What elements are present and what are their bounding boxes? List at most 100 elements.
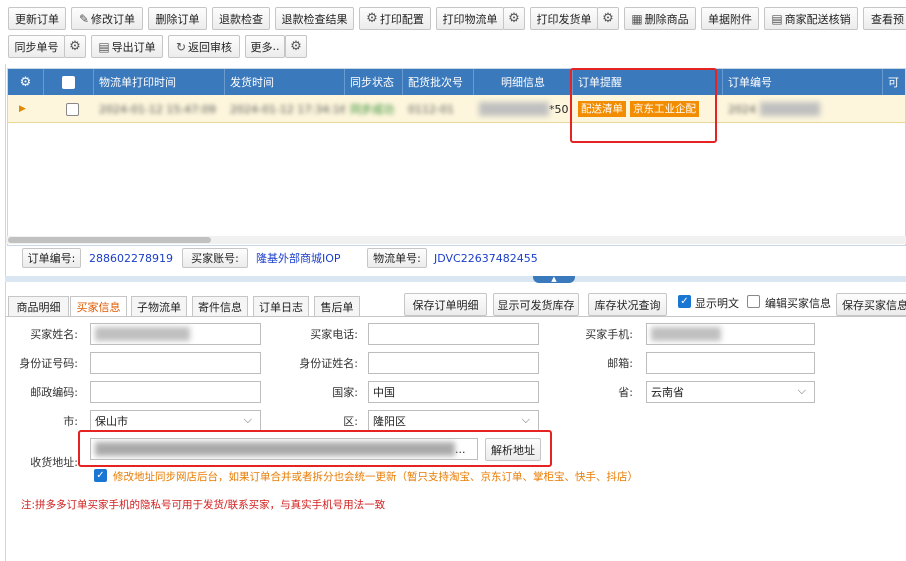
view-preview-button[interactable]: 查看预	[863, 7, 906, 30]
more-settings-button[interactable]: ⚙	[285, 35, 307, 58]
redacted-detail	[479, 102, 549, 116]
return-review-button[interactable]: ↻ 返回审核	[168, 35, 240, 58]
row-pointer-icon: ▶	[19, 104, 26, 114]
tab-sub-logistics[interactable]: 子物流单	[131, 296, 187, 316]
select-all-checkbox[interactable]	[44, 69, 94, 95]
print-config-label: 打印配置	[379, 12, 424, 26]
stock-query-button[interactable]: 库存状况查询	[588, 293, 667, 316]
row-checkbox[interactable]	[66, 102, 79, 116]
order-no-label: 订单编号:	[22, 248, 81, 268]
edit-icon: ✎	[78, 11, 90, 26]
print-config-button[interactable]: ⚙ 打印配置	[359, 7, 431, 30]
document-icon: ▤	[771, 11, 783, 26]
sync-number-button[interactable]: 同步单号	[8, 35, 65, 58]
gear-icon: ⚙	[366, 11, 378, 26]
tab-buyer-info[interactable]: 买家信息	[70, 296, 127, 316]
export-order-button[interactable]: ▤ 导出订单	[91, 35, 163, 58]
header-checkbox[interactable]	[62, 75, 75, 89]
refund-check-button[interactable]: 退款检查	[212, 7, 270, 30]
header-sync-status[interactable]: 同步状态	[345, 69, 403, 95]
update-order-button[interactable]: 更新订单	[8, 7, 66, 30]
save-order-detail-button[interactable]: 保存订单明细	[404, 293, 487, 316]
more-label: 更多	[250, 40, 273, 54]
email-input[interactable]	[646, 352, 815, 374]
buyer-name-label: 买家姓名:	[30, 328, 78, 341]
print-invoice-button[interactable]: 打印发货单	[530, 7, 598, 30]
city-value: 保山市	[95, 415, 128, 428]
buyer-account-value: 隆基外部商城IOP	[256, 252, 341, 265]
gear-icon: ⚙	[508, 11, 520, 26]
district-label: 区:	[343, 415, 358, 428]
header-print-time[interactable]: 物流单打印时间	[94, 69, 225, 95]
print-invoice-label: 打印发货单	[536, 12, 592, 26]
merchant-delivery-button[interactable]: ▤ 商家配送核销	[764, 7, 858, 30]
collapse-toggle-icon[interactable]: ▲	[533, 276, 575, 283]
delete-product-button[interactable]: ▦ 删除商品	[624, 7, 696, 30]
id-no-label: 身份证号码:	[19, 357, 78, 370]
save-buyer-button[interactable]: 保存买家信息	[836, 293, 906, 316]
attachment-label: 单据附件	[708, 12, 752, 26]
district-select[interactable]: 隆阳区	[368, 410, 539, 432]
redacted-mobile	[651, 327, 721, 341]
buyer-phone-label: 买家电话:	[310, 328, 358, 341]
row-detail-suffix: *50	[549, 102, 569, 116]
header-detail[interactable]: 明细信息	[474, 69, 573, 95]
merchant-delivery-label: 商家配送核销	[784, 12, 851, 26]
attachment-button[interactable]: 单据附件	[701, 7, 759, 30]
header-ship-time[interactable]: 发货时间	[225, 69, 345, 95]
refund-check-result-button[interactable]: 退款检查结果	[275, 7, 354, 30]
tab-order-log[interactable]: 订单日志	[253, 296, 309, 316]
refund-check-label: 退款检查	[219, 12, 263, 26]
return-review-label: 返回审核	[188, 40, 233, 54]
refund-check-result-label: 退款检查结果	[281, 12, 348, 26]
export-order-label: 导出订单	[111, 40, 156, 54]
sync-number-label: 同步单号	[14, 40, 59, 54]
zip-label: 邮政编码:	[30, 386, 78, 399]
header-batch-no[interactable]: 配货批次号	[403, 69, 474, 95]
pdd-warning: 注:拼多多订单买家手机的隐私号可用于发货/联系买家，与真实手机号用法一致	[21, 499, 386, 511]
row-sync-status: 同步成功	[350, 103, 394, 116]
update-order-label: 更新订单	[15, 12, 59, 26]
print-logistics-settings-button[interactable]: ⚙	[503, 7, 525, 30]
gear-icon: ⚙	[290, 39, 302, 54]
row-checkbox-cell[interactable]	[61, 95, 91, 123]
print-logistics-button[interactable]: 打印物流单	[436, 7, 504, 30]
delete-order-button[interactable]: 删除订单	[148, 7, 207, 30]
buyer-phone-input[interactable]	[368, 323, 539, 345]
city-select[interactable]: 保山市	[90, 410, 261, 432]
gear-icon: ⚙	[19, 74, 32, 90]
left-border	[5, 64, 6, 561]
panel-splitter[interactable]	[5, 276, 906, 282]
buyer-name-input[interactable]	[90, 323, 261, 345]
tab-after-sale[interactable]: 售后单	[314, 296, 360, 316]
zip-input[interactable]	[90, 381, 261, 403]
sync-address-checkbox[interactable]: ✓	[94, 469, 107, 482]
edit-buyer-checkbox[interactable]	[747, 295, 760, 308]
tab-product-detail[interactable]: 商品明细	[8, 296, 69, 316]
tab-sender-info[interactable]: 寄件信息	[192, 296, 248, 316]
sync-number-settings-button[interactable]: ⚙	[64, 35, 86, 58]
print-invoice-settings-button[interactable]: ⚙	[597, 7, 619, 30]
more-button[interactable]: 更多..	[245, 35, 285, 58]
id-name-input[interactable]	[368, 352, 539, 374]
show-plain-checkbox[interactable]: ✓	[678, 295, 691, 308]
scrollbar-thumb[interactable]	[8, 237, 211, 243]
country-input[interactable]: 中国	[368, 381, 539, 403]
id-no-input[interactable]	[90, 352, 261, 374]
edit-order-label: 修改订单	[91, 12, 136, 26]
edit-order-button[interactable]: ✎ 修改订单	[71, 7, 143, 30]
table-row[interactable]: ▶ 2024-01-12 15:47:09 2024-01-12 17:34:1…	[8, 95, 905, 123]
city-label: 市:	[63, 415, 78, 428]
view-preview-label: 查看预	[871, 12, 904, 26]
column-settings[interactable]: ⚙	[8, 69, 44, 95]
toolbar: 更新订单 ✎ 修改订单 删除订单 退款检查 退款检查结果 ⚙ 打印配置 打印物流单 …	[0, 0, 906, 64]
header-order-no[interactable]: 订单编号	[723, 69, 883, 95]
row-ship-time: 2024-01-12 17:34:16	[230, 102, 345, 116]
buyer-mobile-input[interactable]	[646, 323, 815, 345]
header-more[interactable]: 可	[883, 69, 906, 95]
logistics-no-label: 物流单号:	[367, 248, 427, 268]
show-stock-button[interactable]: 显示可发货库存	[493, 293, 579, 316]
province-select[interactable]: 云南省	[646, 381, 815, 403]
redacted-order-no	[760, 102, 820, 116]
refresh-icon: ↻	[175, 39, 187, 54]
